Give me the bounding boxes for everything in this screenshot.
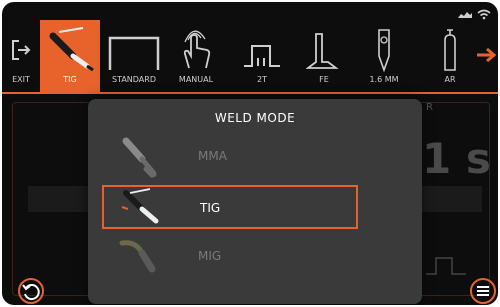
arrow-right-icon bbox=[477, 48, 496, 62]
back-button[interactable] bbox=[18, 278, 44, 304]
toolbar-item-gas[interactable]: AR bbox=[428, 20, 472, 92]
electrode-icon bbox=[378, 29, 390, 72]
toolbar-item-standard[interactable]: STANDARD bbox=[100, 20, 168, 92]
option-label: MIG bbox=[198, 249, 222, 263]
background-value: 1 s bbox=[422, 134, 491, 183]
toolbar-item-label: STANDARD bbox=[111, 75, 156, 84]
weld-mode-option-mma[interactable]: MMA bbox=[102, 135, 358, 179]
toolbar-next-button[interactable] bbox=[474, 20, 498, 92]
background-label: R bbox=[426, 102, 433, 113]
tig-torch-icon bbox=[49, 27, 94, 72]
dialog-title: WELD MODE bbox=[214, 111, 296, 125]
settings-toolbar: EXIT TIG STANDARD MANUAL 2T FE 1.6 MM AR bbox=[2, 20, 498, 94]
exit-icon bbox=[12, 40, 31, 60]
manual-hand-icon bbox=[183, 30, 211, 69]
toolbar-item-electrode[interactable]: 1.6 MM bbox=[356, 20, 412, 92]
mma-electrode-holder-icon bbox=[122, 137, 157, 178]
toolbar-item-fe[interactable]: FE bbox=[298, 20, 350, 92]
weld-mode-option-tig[interactable]: TIG bbox=[102, 185, 358, 229]
status-bar bbox=[2, 2, 498, 20]
toolbar-item-label: MANUAL bbox=[178, 75, 214, 84]
menu-icon bbox=[477, 286, 489, 296]
background-wave bbox=[426, 257, 466, 275]
undo-icon bbox=[22, 284, 40, 301]
toolbar-item-tig[interactable]: TIG bbox=[40, 20, 100, 92]
toolbar-item-label: 1.6 MM bbox=[369, 75, 399, 84]
gas-cylinder-icon bbox=[444, 29, 456, 71]
fe-material-icon bbox=[306, 33, 339, 69]
toolbar-item-label: 2T bbox=[257, 75, 267, 84]
weld-mode-dialog: WELD MODE MMA TIG MIG bbox=[88, 99, 422, 304]
2t-trigger-icon bbox=[244, 45, 280, 67]
toolbar-item-exit[interactable]: EXIT bbox=[2, 20, 40, 92]
menu-button[interactable] bbox=[470, 278, 496, 304]
option-label: TIG bbox=[200, 201, 221, 215]
toolbar-item-label: EXIT bbox=[12, 75, 30, 84]
weld-mode-option-mig[interactable]: MIG bbox=[102, 235, 358, 279]
background-bar bbox=[28, 186, 88, 212]
device-screen: EXIT TIG STANDARD MANUAL 2T FE 1.6 MM AR… bbox=[2, 2, 498, 305]
standard-wave-icon bbox=[108, 36, 160, 70]
toolbar-item-label: AR bbox=[444, 75, 456, 84]
background-bar bbox=[422, 186, 482, 212]
option-label: MMA bbox=[198, 149, 227, 163]
toolbar-item-label: FE bbox=[319, 75, 329, 84]
toolbar-item-label: TIG bbox=[63, 75, 77, 84]
toolbar-item-2t[interactable]: 2T bbox=[234, 20, 290, 92]
mig-torch-icon bbox=[119, 240, 156, 273]
tig-torch-icon bbox=[121, 188, 159, 224]
toolbar-item-manual[interactable]: MANUAL bbox=[168, 20, 224, 92]
